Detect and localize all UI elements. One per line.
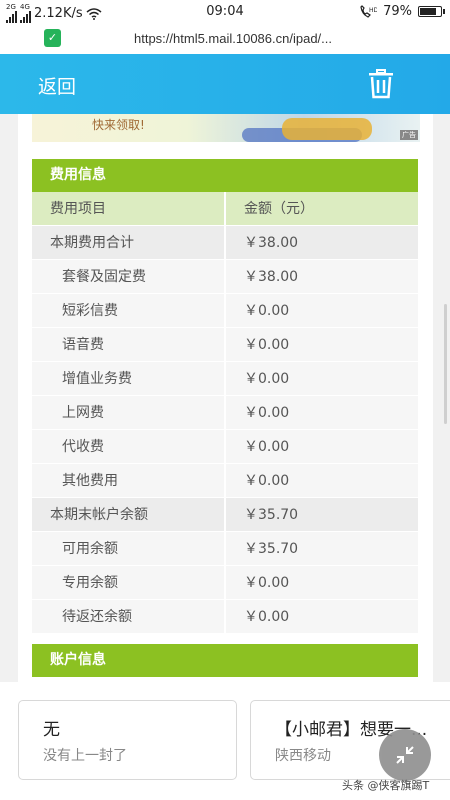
svg-text:HD: HD	[369, 7, 377, 14]
table-row: 专用余额 ￥0.00	[32, 566, 418, 600]
fee-item-amount: ￥35.70	[244, 507, 299, 523]
table-row: 代收费 ￥0.00	[32, 430, 418, 464]
fee-item-name: 增值业务费	[32, 362, 226, 395]
fee-item-name: 代收费	[32, 430, 226, 463]
fee-item-name: 本期末帐户余额	[32, 498, 226, 531]
table-row: 待返还余额 ￥0.00	[32, 600, 418, 634]
table-row: 本期费用合计 ￥38.00	[32, 226, 418, 260]
url-text[interactable]: https://html5.mail.10086.cn/ipad/...	[134, 31, 332, 46]
table-header: 费用项目 金额（元）	[32, 192, 418, 226]
fee-item-name: 其他费用	[32, 464, 226, 497]
mail-content[interactable]: 快来领取! 广告 费用信息 费用项目 金额（元） 本期费用合计 ￥38.00 套餐及…	[0, 114, 450, 682]
ad-text: 快来领取!	[92, 118, 145, 132]
column-header-amount: 金额（元）	[244, 201, 314, 217]
collapse-arrows-icon	[396, 746, 414, 764]
fee-item-name: 套餐及固定费	[32, 260, 226, 293]
call-hd-icon: HD	[360, 4, 377, 18]
table-row: 可用余额 ￥35.70	[32, 532, 418, 566]
column-header-item: 费用项目	[32, 192, 226, 225]
fee-item-amount: ￥0.00	[244, 473, 290, 489]
app-header: 返回	[0, 54, 450, 114]
account-section-title: 账户信息	[32, 644, 418, 677]
status-bar: 2G 4G 2.12K/s 09:04 HD 79%	[0, 0, 450, 24]
prev-mail-card[interactable]: 无 没有上一封了	[18, 700, 237, 780]
fee-item-amount: ￥38.00	[244, 235, 299, 251]
fee-item-amount: ￥38.00	[244, 269, 299, 285]
fee-item-amount: ￥0.00	[244, 405, 290, 421]
table-row: 本期末帐户余额 ￥35.70	[32, 498, 418, 532]
back-button[interactable]: 返回	[38, 72, 76, 99]
battery-icon	[418, 6, 445, 17]
fee-item-name: 待返还余额	[32, 600, 226, 633]
ad-badge: 广告	[400, 130, 418, 140]
fee-section-title: 费用信息	[32, 159, 418, 192]
fee-item-name: 上网费	[32, 396, 226, 429]
fee-item-name: 专用余额	[32, 566, 226, 599]
trash-icon[interactable]	[367, 69, 395, 99]
table-row: 其他费用 ￥0.00	[32, 464, 418, 498]
fee-item-amount: ￥35.70	[244, 541, 299, 557]
browser-url-bar[interactable]: ✓ https://html5.mail.10086.cn/ipad/...	[0, 24, 450, 54]
prev-mail-title: 无	[43, 720, 60, 740]
security-shield-icon: ✓	[44, 29, 61, 47]
next-mail-sender: 陕西移动	[275, 748, 331, 764]
collapse-button[interactable]	[379, 729, 431, 781]
battery-percent: 79%	[383, 4, 412, 19]
fee-item-name: 语音费	[32, 328, 226, 361]
fee-item-amount: ￥0.00	[244, 609, 290, 625]
fee-item-amount: ￥0.00	[244, 371, 290, 387]
scrollbar[interactable]	[444, 304, 447, 424]
fee-item-amount: ￥0.00	[244, 303, 290, 319]
table-row: 上网费 ￥0.00	[32, 396, 418, 430]
ad-graphic-2	[282, 118, 372, 140]
fee-item-amount: ￥0.00	[244, 439, 290, 455]
fee-item-amount: ￥0.00	[244, 575, 290, 591]
table-row: 语音费 ￥0.00	[32, 328, 418, 362]
fee-table: 费用项目 金额（元） 本期费用合计 ￥38.00 套餐及固定费 ￥38.00 短彩信费 ￥…	[32, 192, 418, 634]
ad-banner[interactable]: 快来领取! 广告	[32, 114, 420, 142]
fee-item-name: 本期费用合计	[32, 226, 226, 259]
table-row: 短彩信费 ￥0.00	[32, 294, 418, 328]
fee-item-name: 短彩信费	[32, 294, 226, 327]
watermark: 头条 @侠客旗踢T	[342, 779, 430, 792]
prev-mail-subtitle: 没有上一封了	[43, 748, 127, 764]
table-row: 套餐及固定费 ￥38.00	[32, 260, 418, 294]
table-row: 增值业务费 ￥0.00	[32, 362, 418, 396]
fee-item-name: 可用余额	[32, 532, 226, 565]
fee-item-amount: ￥0.00	[244, 337, 290, 353]
